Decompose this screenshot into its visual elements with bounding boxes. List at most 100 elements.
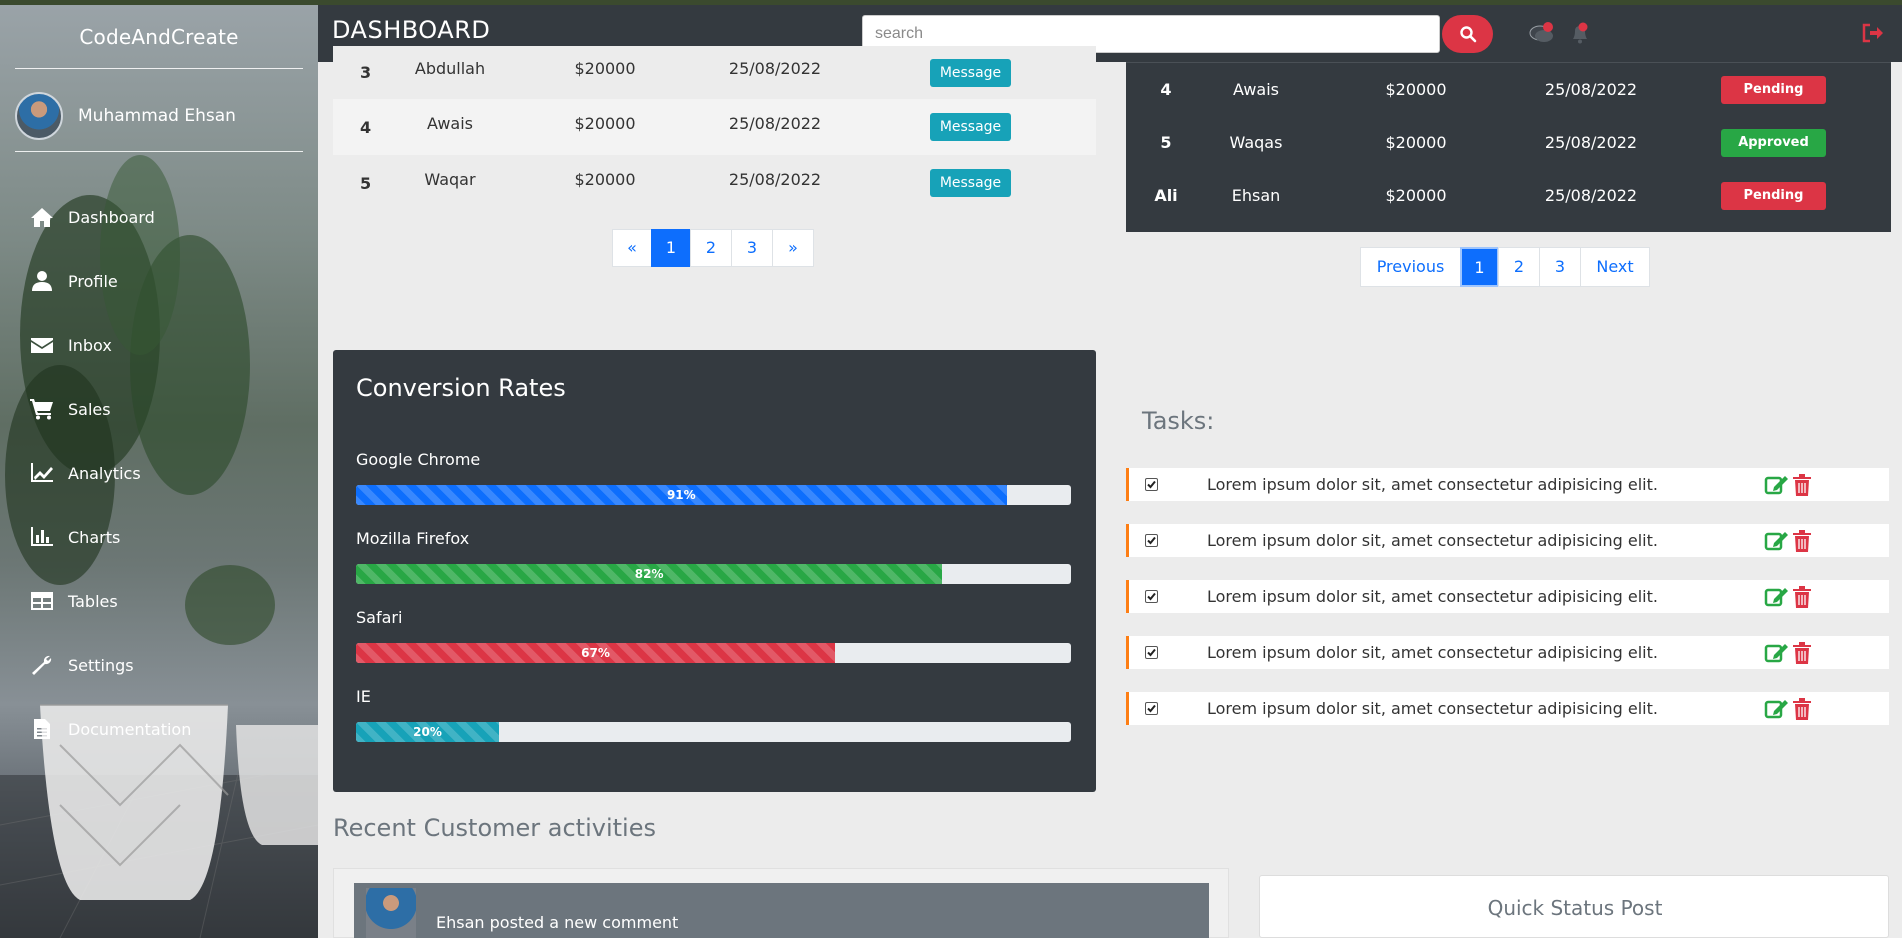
search-button[interactable] (1442, 15, 1493, 53)
pagination-prev[interactable]: « (612, 229, 652, 267)
quick-status-title: Quick Status Post (1487, 896, 1663, 920)
table-cell-date: 25/08/2022 (728, 113, 822, 133)
task-text: Lorem ipsum dolor sit, amet consectetur … (1207, 587, 1658, 606)
progress-fill: 91% (356, 485, 1007, 505)
trash-icon[interactable] (1792, 697, 1812, 720)
sidebar-item-label: Inbox (68, 335, 112, 355)
table-row: 5 Waqar $20000 25/08/2022 Message (333, 155, 1096, 211)
sign-out-icon[interactable] (1862, 23, 1884, 43)
sidebar-item-analytics[interactable]: Analytics (0, 441, 318, 505)
table-cell-date: 25/08/2022 (1544, 186, 1638, 205)
envelope-icon (31, 338, 53, 353)
sidebar-divider (15, 68, 303, 69)
task-checkbox[interactable] (1145, 590, 1158, 603)
task-checkbox[interactable] (1145, 702, 1158, 715)
avatar[interactable] (15, 92, 63, 140)
table-cell-id: 4 (1160, 80, 1172, 99)
sidebar-item-profile[interactable]: Profile (0, 249, 318, 313)
trash-icon[interactable] (1792, 585, 1812, 608)
progress-fill: 20% (356, 722, 499, 742)
sidebar-item-dashboard[interactable]: Dashboard (0, 185, 318, 249)
task-item: Lorem ipsum dolor sit, amet consectetur … (1126, 636, 1889, 669)
wrench-icon (32, 655, 52, 675)
sidebar-item-label: Analytics (68, 463, 141, 483)
task-item: Lorem ipsum dolor sit, amet consectetur … (1126, 580, 1889, 613)
edit-icon[interactable] (1762, 530, 1792, 552)
task-checkbox[interactable] (1145, 478, 1158, 491)
sidebar-item-label: Documentation (68, 719, 192, 739)
sidebar-divider (15, 151, 303, 152)
table-cell-amount: $20000 (1385, 186, 1447, 205)
task-text: Lorem ipsum dolor sit, amet consectetur … (1207, 643, 1658, 662)
pagination-page-2[interactable]: 2 (1498, 247, 1540, 287)
task-checkbox[interactable] (1145, 646, 1158, 659)
activity-text: Ehsan posted a new comment (436, 912, 679, 932)
pagination-next[interactable]: Next (1580, 247, 1650, 287)
task-text: Lorem ipsum dolor sit, amet consectetur … (1207, 531, 1658, 550)
table-row: 5 Waqas $20000 25/08/2022 Approved (1126, 116, 1891, 169)
sidebar-item-inbox[interactable]: Inbox (0, 313, 318, 377)
card-title: Conversion Rates (356, 374, 566, 402)
message-button[interactable]: Message (929, 169, 1012, 197)
trash-icon[interactable] (1792, 641, 1812, 664)
sidebar-item-charts[interactable]: Charts (0, 505, 318, 569)
table-cell-name: Awais (427, 113, 473, 133)
pagination-next[interactable]: » (772, 229, 814, 267)
edit-icon[interactable] (1762, 642, 1792, 664)
sidebar-item-tables[interactable]: Tables (0, 569, 318, 633)
user-icon (32, 271, 52, 291)
pagination-page-3[interactable]: 3 (1539, 247, 1581, 287)
sidebar-item-label: Sales (68, 399, 111, 419)
pagination-page-2[interactable]: 2 (690, 229, 732, 267)
user-profile[interactable]: Muhammad Ehsan (15, 92, 236, 140)
brand-logo[interactable]: CodeAndCreate (0, 25, 318, 49)
task-item: Lorem ipsum dolor sit, amet consectetur … (1126, 524, 1889, 557)
trash-icon[interactable] (1792, 473, 1812, 496)
sidebar-item-settings[interactable]: Settings (0, 633, 318, 697)
pagination-page-1[interactable]: 1 (1460, 247, 1499, 287)
orders-table: 3 Abdullah $20000 25/08/2022 Message 4 A… (333, 46, 1096, 211)
message-button[interactable]: Message (929, 58, 1012, 87)
cart-icon (30, 399, 53, 420)
sidebar-nav: Dashboard Profile Inbox Sales Analytics … (0, 185, 318, 761)
right-table-pagination: Previous 1 2 3 Next (1360, 247, 1650, 287)
progress-label: Safari (356, 608, 403, 627)
progress-bar: 82% (356, 564, 1071, 584)
table-cell-name: Abdullah (414, 59, 486, 78)
status-badge: Pending (1721, 181, 1826, 210)
sidebar-item-label: Tables (68, 591, 118, 611)
edit-icon[interactable] (1762, 474, 1792, 496)
status-table: 4 Awais $20000 25/08/2022 Pending 5 Waqa… (1126, 62, 1891, 232)
table-cell-id: 5 (1160, 133, 1172, 152)
task-checkbox[interactable] (1145, 534, 1158, 547)
sidebar-item-sales[interactable]: Sales (0, 377, 318, 441)
sidebar-item-label: Profile (68, 271, 118, 291)
progress-bar: 91% (356, 485, 1071, 505)
pagination-page-1[interactable]: 1 (651, 229, 691, 267)
search-icon (1459, 26, 1476, 43)
table-row: 3 Abdullah $20000 25/08/2022 Message (333, 46, 1096, 99)
table-row: 4 Awais $20000 25/08/2022 Pending (1126, 63, 1891, 116)
table-row: 4 Awais $20000 25/08/2022 Message (333, 99, 1096, 155)
trash-icon[interactable] (1792, 529, 1812, 552)
comments-icon[interactable] (1529, 22, 1557, 46)
left-table-pagination: « 1 2 3 » (612, 229, 814, 267)
pagination-previous[interactable]: Previous (1360, 247, 1461, 287)
table-cell-id: Ali (1154, 186, 1178, 205)
message-button[interactable]: Message (929, 113, 1012, 141)
bell-icon[interactable] (1568, 22, 1592, 46)
recent-activities-card: Ehsan posted a new comment (333, 868, 1229, 938)
table-cell-name: Waqar (424, 169, 476, 189)
table-cell-name: Waqas (1229, 133, 1283, 152)
task-text: Lorem ipsum dolor sit, amet consectetur … (1207, 475, 1658, 494)
activity-item[interactable]: Ehsan posted a new comment (354, 883, 1209, 938)
edit-icon[interactable] (1762, 698, 1792, 720)
pagination-page-3[interactable]: 3 (731, 229, 773, 267)
table-cell-amount: $20000 (574, 169, 636, 189)
table-cell-amount: $20000 (1385, 133, 1447, 152)
table-row: Ali Ehsan $20000 25/08/2022 Pending (1126, 169, 1891, 222)
home-icon (31, 208, 53, 227)
edit-icon[interactable] (1762, 586, 1792, 608)
sidebar-item-documentation[interactable]: Documentation (0, 697, 318, 761)
table-icon (31, 592, 53, 610)
